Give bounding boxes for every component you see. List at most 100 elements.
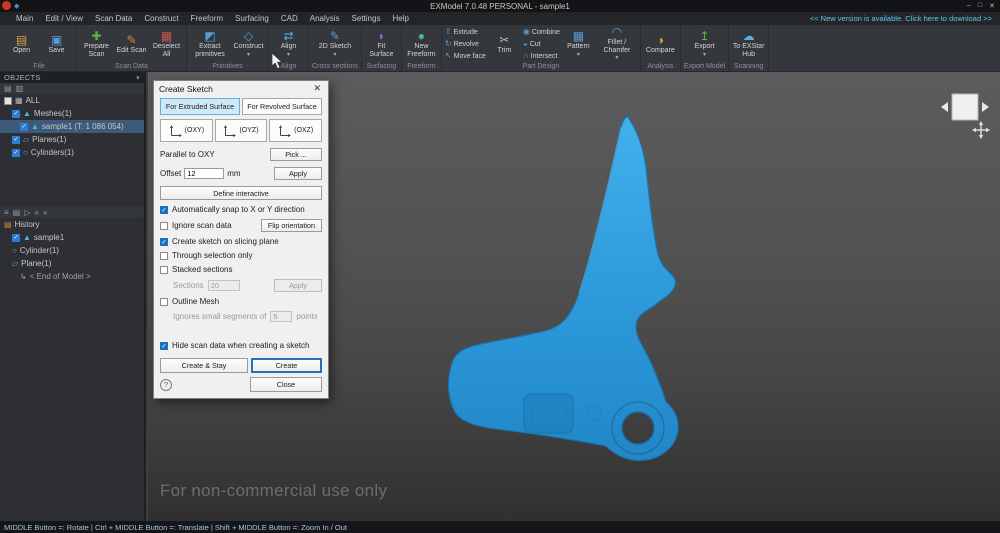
- deselect-all-button[interactable]: ▦ Deselect All: [150, 30, 183, 58]
- save-button[interactable]: ▣ Save: [40, 34, 73, 55]
- history-root-label: History: [15, 220, 40, 229]
- define-interactive-button[interactable]: Define interactive: [160, 186, 322, 200]
- menu-edit-view[interactable]: Edit / View: [39, 12, 89, 25]
- history-tree-icon[interactable]: ▤: [13, 208, 21, 217]
- new-freeform-button[interactable]: ● New Freeform: [405, 30, 438, 58]
- maximize-button[interactable]: □: [978, 2, 982, 10]
- plane-oyz-button[interactable]: (OYZ): [215, 119, 268, 142]
- fillet-chamfer-button[interactable]: ◠ Fillet / Chamfer ▾: [597, 26, 637, 62]
- compare-button[interactable]: ◑ Compare: [644, 34, 677, 55]
- export-button[interactable]: ↥ Export ▾: [688, 30, 721, 58]
- through-selection-checkbox[interactable]: [160, 252, 168, 260]
- dialog-title-bar[interactable]: Create Sketch ✕: [154, 81, 328, 96]
- trim-icon: ✂: [499, 34, 509, 46]
- history-icon: ▤: [4, 221, 12, 229]
- edit-scan-button[interactable]: ✎ Edit Scan: [115, 34, 148, 55]
- update-notice-link[interactable]: << New version is available. Click here …: [810, 14, 1000, 23]
- create-and-stay-button[interactable]: Create & Stay: [160, 358, 248, 373]
- checkbox-sample1[interactable]: ✓: [20, 123, 28, 131]
- parallel-to-label: Parallel to OXY: [160, 150, 215, 159]
- history-root-item[interactable]: ▤ History: [0, 218, 144, 231]
- menu-cad[interactable]: CAD: [275, 12, 304, 25]
- create-button[interactable]: Create: [251, 358, 322, 373]
- cut-button[interactable]: ◒ Cut: [523, 39, 560, 50]
- history-item-plane[interactable]: ▱ Plane(1): [0, 257, 144, 270]
- tree-item-cylinders[interactable]: ✓ ○ Cylinders(1): [0, 146, 144, 159]
- ignore-scan-checkbox[interactable]: [160, 222, 168, 230]
- sections-apply-button: Apply: [274, 279, 322, 292]
- history-cylinder-icon: ○: [12, 247, 17, 255]
- extract-primitives-button[interactable]: ◩ Extract primitives: [190, 30, 230, 58]
- prepare-scan-label: Prepare Scan: [80, 43, 113, 58]
- menu-help[interactable]: Help: [386, 12, 414, 25]
- help-button[interactable]: ?: [160, 379, 172, 391]
- slicing-plane-checkbox[interactable]: ✓: [160, 238, 168, 246]
- dialog-close-icon[interactable]: ✕: [311, 83, 323, 94]
- extrude-button[interactable]: ⇧ Extrude: [445, 27, 486, 38]
- offset-apply-button[interactable]: Apply: [274, 167, 322, 180]
- history-item-sample1[interactable]: ✓ ▲ sample1: [0, 231, 144, 244]
- menu-main[interactable]: Main: [10, 12, 39, 25]
- ribbon-group-file: ▤ Open ▣ Save File: [2, 25, 77, 71]
- menu-scan-data[interactable]: Scan Data: [89, 12, 138, 25]
- align-dropdown-icon: ▾: [287, 52, 290, 59]
- history-step-forward-icon[interactable]: »: [43, 208, 47, 217]
- history-item-end-of-model[interactable]: ↳ < End of Model >: [0, 270, 144, 283]
- snap-check-row: ✓ Automatically snap to X or Y direction: [160, 205, 322, 214]
- plane-oxz-label: (OXZ): [294, 127, 313, 134]
- fit-surface-button[interactable]: ◗ Fit Surface: [365, 30, 398, 58]
- group-label-part-design: Part Design: [445, 62, 637, 71]
- history-checkbox-sample1[interactable]: ✓: [12, 234, 20, 242]
- offset-label: Offset: [160, 169, 181, 178]
- checkbox-meshes[interactable]: ✓: [12, 110, 20, 118]
- hide-scan-checkbox[interactable]: ✓: [160, 342, 168, 350]
- history-play-icon[interactable]: ▷: [24, 208, 30, 217]
- tree-item-all[interactable]: ▦ ALL: [0, 94, 144, 107]
- history-step-back-icon[interactable]: «: [34, 208, 38, 217]
- checkbox-planes[interactable]: ✓: [12, 136, 20, 144]
- tree-item-meshes[interactable]: ✓ ▲ Meshes(1): [0, 107, 144, 120]
- move-face-button[interactable]: ↖ Move face: [445, 51, 486, 62]
- exstar-hub-button[interactable]: ☁ To EXStar Hub: [732, 30, 765, 58]
- prepare-scan-button[interactable]: ✚ Prepare Scan: [80, 30, 113, 58]
- pattern-button[interactable]: ▦ Pattern ▾: [562, 30, 595, 58]
- fillet-chamfer-icon: ◠: [612, 26, 622, 38]
- menu-construct[interactable]: Construct: [138, 12, 184, 25]
- plane-oxy-button[interactable]: (OXY): [160, 119, 213, 142]
- view-cube-navigator[interactable]: [938, 88, 992, 138]
- pick-button[interactable]: Pick ...: [270, 148, 322, 161]
- snap-checkbox[interactable]: ✓: [160, 206, 168, 214]
- offset-input[interactable]: [184, 168, 224, 179]
- stacked-sections-checkbox[interactable]: [160, 266, 168, 274]
- minimize-button[interactable]: –: [967, 2, 971, 10]
- menu-surfacing[interactable]: Surfacing: [229, 12, 275, 25]
- sketch-2d-button[interactable]: ✎ 2D Sketch ▾: [318, 30, 351, 58]
- construct-button[interactable]: ◇ Construct ▾: [232, 30, 265, 58]
- revolve-button[interactable]: ↻ Revolve: [445, 39, 486, 50]
- objects-filter-icon[interactable]: ▥: [16, 84, 24, 93]
- history-item-cylinder[interactable]: ○ Cylinder(1): [0, 244, 144, 257]
- history-list-icon[interactable]: ≡: [4, 208, 9, 217]
- tree-item-planes[interactable]: ✓ ▱ Planes(1): [0, 133, 144, 146]
- close-button[interactable]: ✕: [989, 2, 995, 10]
- outline-mesh-checkbox[interactable]: [160, 298, 168, 306]
- checkbox-cylinders[interactable]: ✓: [12, 149, 20, 157]
- tab-extruded-surface[interactable]: For Extruded Surface: [160, 98, 240, 115]
- menu-settings[interactable]: Settings: [346, 12, 387, 25]
- fillet-chamfer-label: Fillet / Chamfer: [597, 39, 637, 54]
- combine-button[interactable]: ◉ Combine: [523, 27, 560, 38]
- checkbox-all[interactable]: [4, 97, 12, 105]
- objects-view-icon[interactable]: ▤: [4, 84, 12, 93]
- menu-analysis[interactable]: Analysis: [304, 12, 346, 25]
- tree-label-meshes: Meshes(1): [34, 109, 72, 118]
- plane-oxz-button[interactable]: (OXZ): [269, 119, 322, 142]
- open-button[interactable]: ▤ Open: [5, 34, 38, 55]
- menu-freeform[interactable]: Freeform: [185, 12, 229, 25]
- dialog-close-button[interactable]: Close: [250, 377, 322, 392]
- tree-item-sample1[interactable]: ✓ ▲ sample1 (T: 1 086 054): [0, 120, 144, 133]
- tab-revolved-surface[interactable]: For Revolved Surface: [242, 98, 322, 115]
- flip-orientation-button[interactable]: Flip orientation: [261, 219, 322, 232]
- trim-button[interactable]: ✂ Trim: [488, 34, 521, 55]
- intersect-button[interactable]: ∩ Intersect: [523, 51, 560, 62]
- panel-options-icon[interactable]: ▾: [136, 74, 140, 82]
